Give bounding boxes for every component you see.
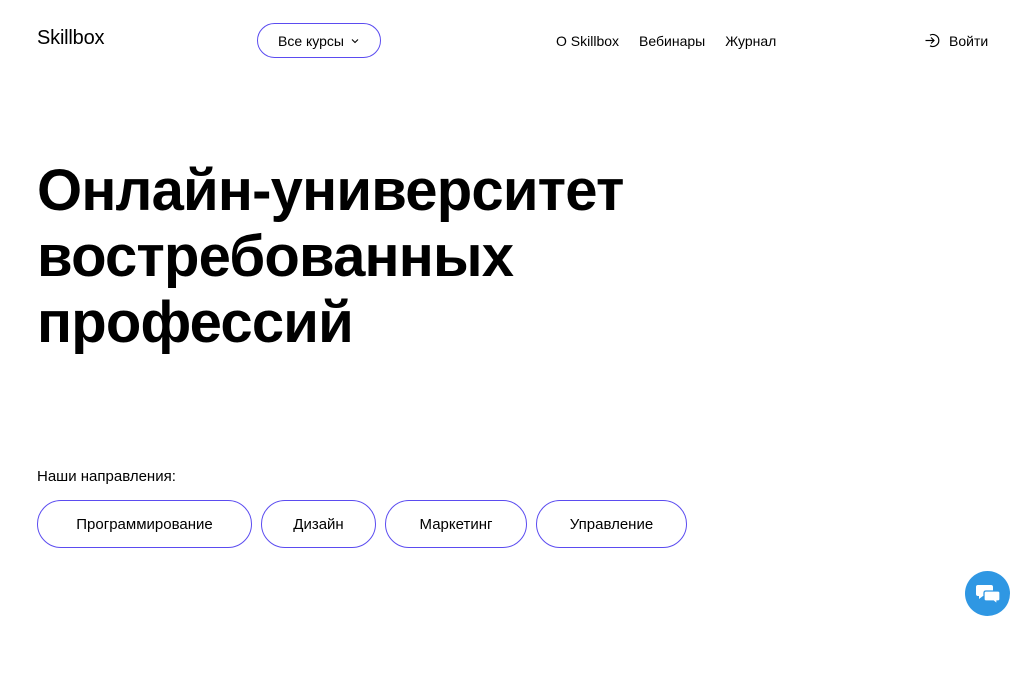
login-label: Войти [949,32,989,49]
nav-link-webinars[interactable]: Вебинары [639,33,705,49]
skillbox-logo[interactable]: Skillbox [37,27,105,50]
direction-marketing-button[interactable]: Маркетинг [385,500,527,548]
login-button[interactable]: Войти [924,32,988,49]
direction-programming-button[interactable]: Программирование [37,500,252,548]
all-courses-button[interactable]: Все курсы [257,23,381,58]
direction-design-button[interactable]: Дизайн [261,500,376,548]
directions-label: Наши направления: [37,468,176,485]
main-nav: О Skillbox Вебинары Журнал [556,33,796,49]
directions-list: Программирование Дизайн Маркетинг Управл… [37,500,696,548]
chat-button[interactable] [965,571,1010,616]
nav-link-about[interactable]: О Skillbox [556,33,619,49]
hero-title-line-2: востребованных [37,224,514,289]
direction-management-button[interactable]: Управление [536,500,687,548]
hero-title-line-1: Онлайн-университет [37,158,624,223]
site-header: Skillbox Все курсы О Skillbox Вебинары Ж… [0,0,1024,82]
all-courses-label: Все курсы [278,32,344,49]
hero-title: Онлайн-университет востребованных профес… [37,158,737,356]
chat-bubbles-icon [975,584,1001,605]
hero-title-line-3: профессий [37,290,354,355]
login-arrow-icon [925,33,940,48]
chevron-down-icon [351,38,359,43]
nav-link-journal[interactable]: Журнал [725,33,776,49]
